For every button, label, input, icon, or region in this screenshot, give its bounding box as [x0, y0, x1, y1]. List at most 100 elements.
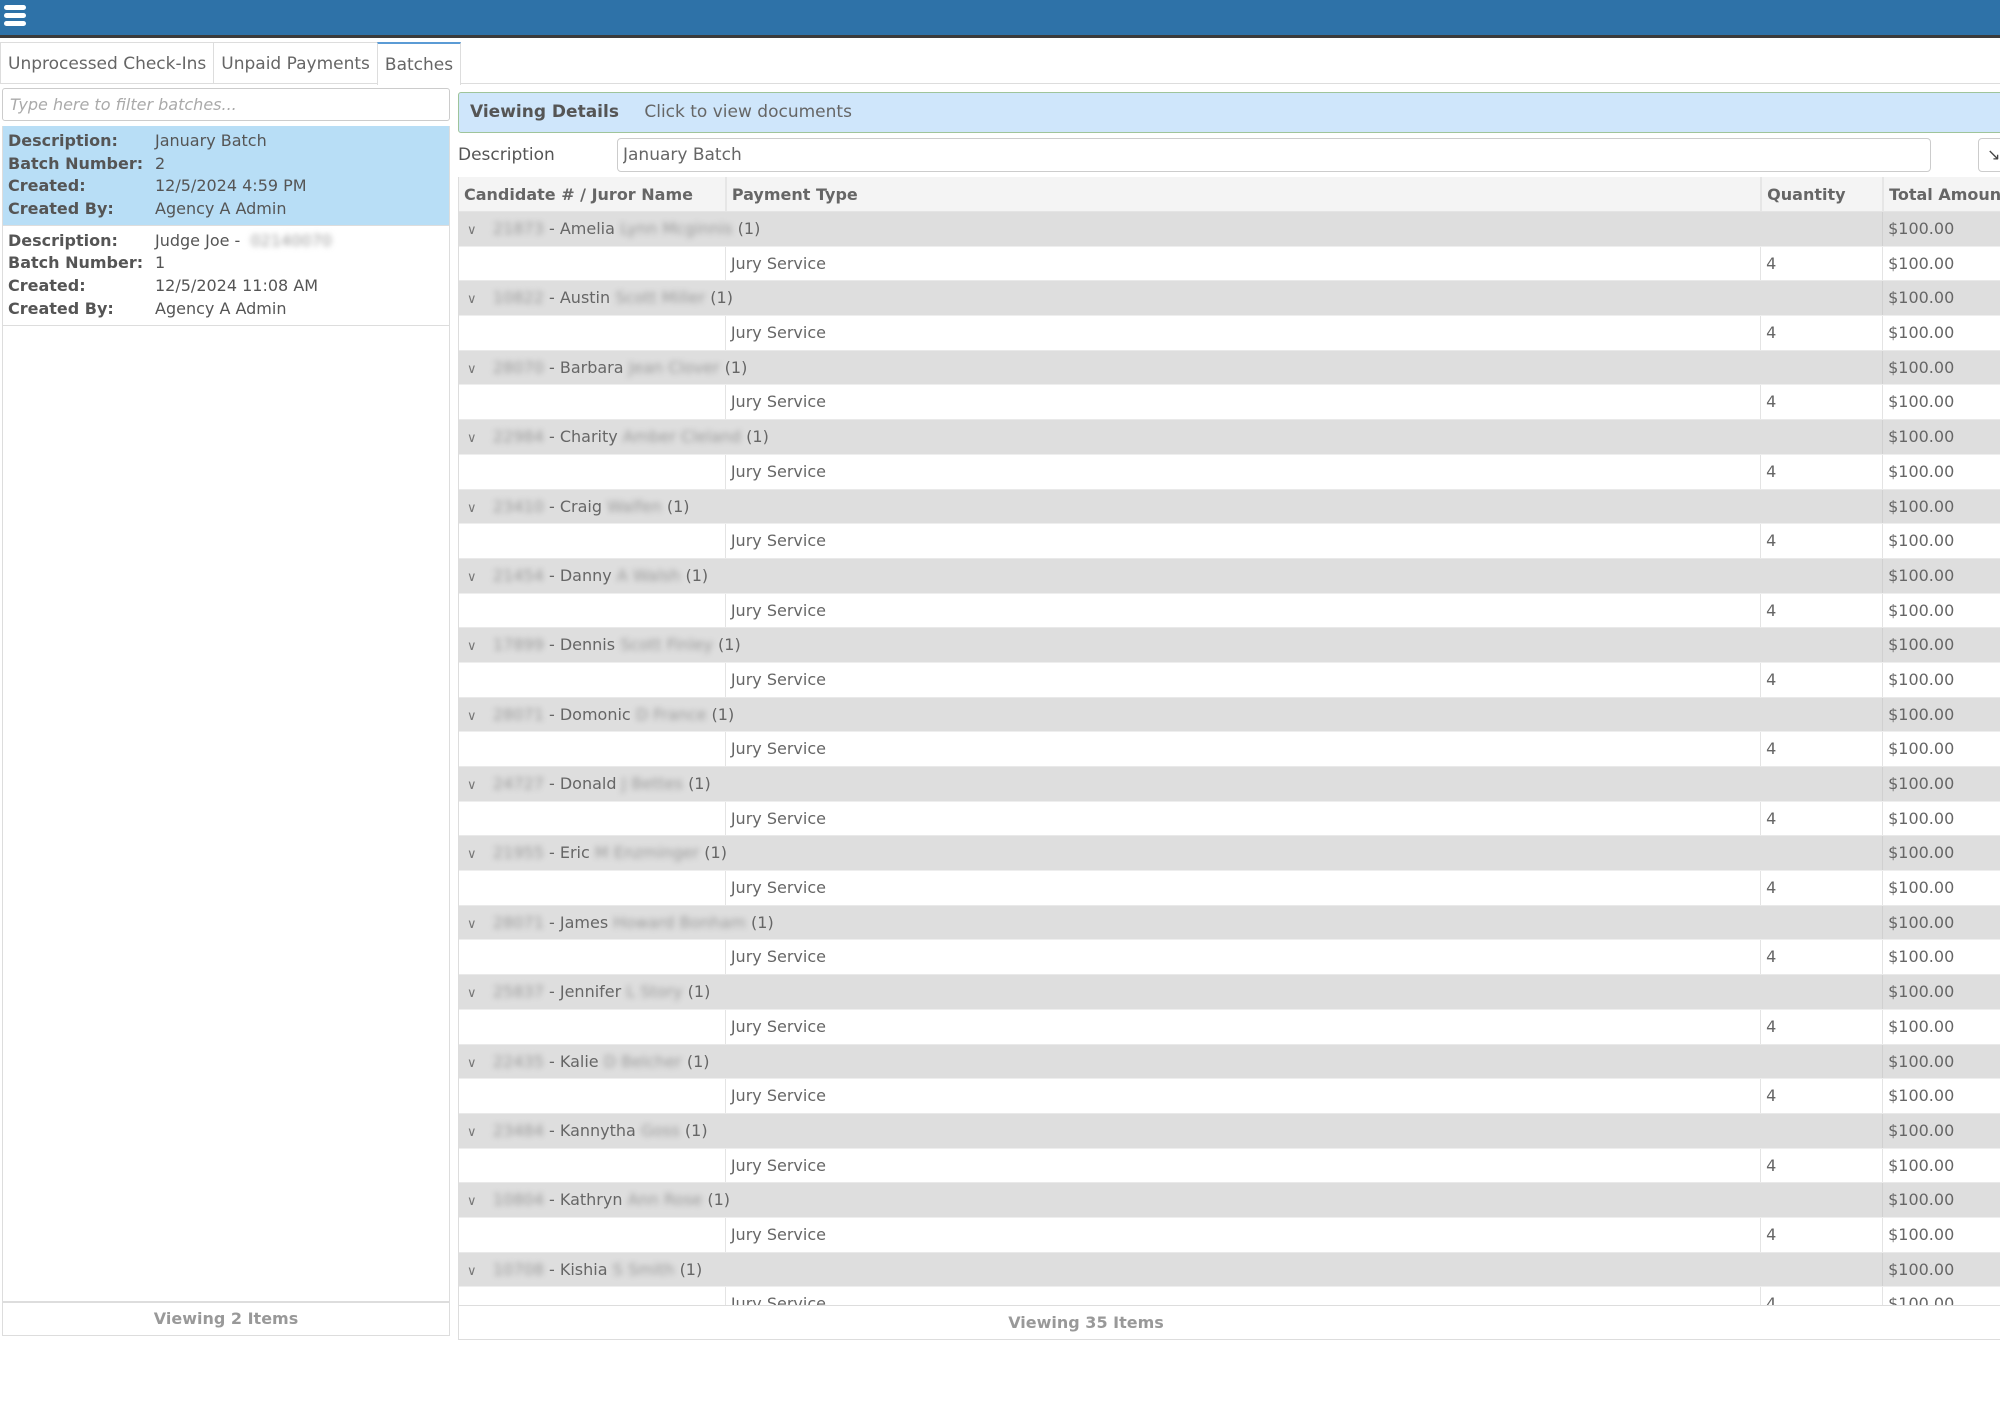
juror-first-name: Domonic: [559, 704, 631, 724]
group-row[interactable]: ∨ 22435 - Kalie D Belcher (1) $100.00: [459, 1044, 2000, 1082]
view-documents-link[interactable]: Click to view documents: [644, 102, 852, 122]
redacted-candidate-number: 21955: [493, 843, 544, 863]
payment-row[interactable]: Jury Service 4 $100.00: [459, 1009, 2000, 1045]
batch-created-by: Agency A Admin: [155, 199, 287, 219]
payment-row[interactable]: Jury Service 4 $100.00: [459, 732, 2000, 767]
cell-candidate: [459, 732, 725, 766]
group-row[interactable]: ∨ 10708 - Kishia S Smith (1) $100.00: [459, 1252, 2000, 1290]
cell-candidate: [459, 1010, 725, 1044]
payment-row[interactable]: Jury Service 4 $100.00: [459, 1287, 2000, 1305]
group-total: $100.00: [1882, 1113, 2000, 1148]
payment-row[interactable]: Jury Service 4 $100.00: [459, 524, 2000, 559]
payment-row[interactable]: Jury Service 4 $100.00: [459, 1148, 2000, 1184]
group-total: $100.00: [1882, 420, 2000, 454]
batch-list-item[interactable]: Description: Judge Joe - 02140070 Batch N…: [3, 226, 449, 326]
cell-quantity: 4: [1760, 1287, 1882, 1305]
description-label: Description: [458, 145, 555, 165]
group-row[interactable]: ∨ 24727 - Donald J Bettes (1) $100.00: [459, 767, 2000, 802]
payment-row[interactable]: Jury Service 4 $100.00: [459, 385, 2000, 421]
juror-first-name: Eric: [559, 843, 590, 863]
cell-payment-type: Jury Service: [724, 1217, 1760, 1252]
group-row[interactable]: ∨ 10804 - Kathryn Ann Rose (1) $100.00: [459, 1183, 2000, 1218]
cell-quantity: 4: [1760, 316, 1882, 350]
redacted-candidate-number: 28071: [493, 704, 544, 724]
cell-amount: $100.00: [1882, 801, 2000, 836]
cell-amount: $100.00: [1882, 732, 2000, 766]
group-row[interactable]: ∨ 17899 - Dennis Scott Finley (1) $100.00: [459, 628, 2000, 663]
chevron-down-icon[interactable]: ∨: [467, 1116, 483, 1151]
group-row[interactable]: ∨ 10822 - Austin Scott Miller (1) $100.00: [459, 281, 2000, 318]
group-count: (1): [737, 219, 761, 238]
chevron-down-icon[interactable]: ∨: [467, 908, 483, 943]
cell-payment-type: Jury Service: [724, 1287, 1760, 1305]
group-row[interactable]: ∨ 28071 - James Howard Bonham (1) $100.00: [459, 905, 2000, 943]
group-row[interactable]: ∨ 25837 - Jennifer L Story (1) $100.00: [459, 975, 2000, 1010]
chevron-down-icon[interactable]: ∨: [467, 283, 483, 318]
payment-row[interactable]: Jury Service 4 $100.00: [459, 316, 2000, 351]
collapse-arrows-icon[interactable]: ↘↖: [1978, 138, 2000, 172]
chevron-down-icon[interactable]: ∨: [467, 422, 483, 457]
group-row[interactable]: ∨ 21955 - Eric M Enzminger (1) $100.00: [459, 836, 2000, 873]
view-documents-bar[interactable]: Viewing Details Click to view documents: [458, 92, 2000, 133]
cell-payment-type: Jury Service: [724, 246, 1760, 281]
batch-filter-input[interactable]: [2, 88, 450, 121]
group-total: $100.00: [1882, 767, 2000, 801]
group-row[interactable]: ∨ 21454 - Danny A Walsh (1) $100.00: [459, 558, 2000, 596]
chevron-down-icon[interactable]: ∨: [467, 561, 483, 596]
group-row[interactable]: ∨ 28071 - Domonic D France (1) $100.00: [459, 697, 2000, 735]
cell-amount: $100.00: [1882, 593, 2000, 628]
group-juror-name: ∨ 17899 - Dennis Scott Finley (1): [459, 628, 1882, 662]
chevron-down-icon[interactable]: ∨: [467, 977, 483, 1012]
column-header-payment-type[interactable]: Payment Type: [724, 177, 1760, 211]
group-count: (1): [688, 774, 711, 793]
group-row[interactable]: ∨ 23484 - Kannytha Goss (1) $100.00: [459, 1113, 2000, 1151]
cell-candidate: [459, 1218, 725, 1252]
hamburger-menu-icon[interactable]: [4, 5, 26, 29]
group-juror-name: ∨ 28070 - Barbara Jean Clover (1): [459, 351, 1882, 385]
description-input[interactable]: [617, 138, 1931, 172]
group-total: $100.00: [1882, 975, 2000, 1009]
payment-row[interactable]: Jury Service 4 $100.00: [459, 662, 2000, 698]
chevron-down-icon[interactable]: ∨: [467, 1255, 483, 1290]
chevron-down-icon[interactable]: ∨: [467, 630, 483, 665]
payment-row[interactable]: Jury Service 4 $100.00: [459, 246, 2000, 282]
item-count-footer: Viewing 35 Items: [458, 1305, 2000, 1340]
chevron-down-icon[interactable]: ∨: [467, 214, 483, 249]
chevron-down-icon[interactable]: ∨: [467, 769, 483, 804]
payment-row[interactable]: Jury Service 4 $100.00: [459, 871, 2000, 906]
cell-amount: $100.00: [1882, 940, 2000, 975]
group-row[interactable]: ∨ 23410 - Craig Walfen (1) $100.00: [459, 489, 2000, 527]
juror-first-name: Amelia: [559, 219, 615, 238]
batch-list-item[interactable]: Description: January Batch Batch Number: 2…: [3, 126, 449, 226]
chevron-down-icon[interactable]: ∨: [467, 1185, 483, 1220]
payment-row[interactable]: Jury Service 4 $100.00: [459, 1217, 2000, 1253]
chevron-down-icon[interactable]: ∨: [467, 700, 483, 735]
redacted-juror-last-name: S Smith: [612, 1259, 675, 1279]
column-header-total-amount[interactable]: Total Amount: [1882, 177, 2000, 211]
payment-row[interactable]: Jury Service 4 $100.00: [459, 454, 2000, 490]
group-row[interactable]: ∨ 21873 - Amelia Lynn Mcginnis (1) $100.00: [459, 212, 2000, 247]
payment-row[interactable]: Jury Service 4 $100.00: [459, 1079, 2000, 1114]
batch-description: Judge Joe - 02140070: [155, 230, 332, 253]
app-header-bar: [0, 0, 2000, 38]
group-row[interactable]: ∨ 22984 - Charity Amber Cleland (1) $100.0…: [459, 420, 2000, 455]
juror-first-name: Barbara: [559, 357, 624, 377]
payment-row[interactable]: Jury Service 4 $100.00: [459, 593, 2000, 629]
column-header-candidate[interactable]: Candidate # / Juror Name: [459, 177, 725, 211]
chevron-down-icon[interactable]: ∨: [467, 838, 483, 873]
redacted-juror-last-name: Walfen: [607, 496, 662, 516]
tab-batches[interactable]: Batches: [376, 42, 462, 85]
chevron-down-icon[interactable]: ∨: [467, 492, 483, 527]
chevron-down-icon[interactable]: ∨: [467, 353, 483, 388]
cell-quantity: 4: [1760, 454, 1882, 489]
cell-quantity: 4: [1760, 593, 1882, 628]
tab-unpaid-payments[interactable]: Unpaid Payments: [213, 42, 378, 84]
column-header-quantity[interactable]: Quantity: [1760, 177, 1882, 211]
chevron-down-icon[interactable]: ∨: [467, 1047, 483, 1082]
tab-unprocessed-check-ins[interactable]: Unprocessed Check-Ins: [0, 42, 215, 84]
group-row[interactable]: ∨ 28070 - Barbara Jean Clover (1) $100.00: [459, 350, 2000, 386]
redacted-juror-last-name: Scott Miller: [615, 288, 706, 308]
redacted-candidate-number: 22984: [493, 427, 544, 447]
payment-row[interactable]: Jury Service 4 $100.00: [459, 801, 2000, 837]
payment-row[interactable]: Jury Service 4 $100.00: [459, 940, 2000, 976]
